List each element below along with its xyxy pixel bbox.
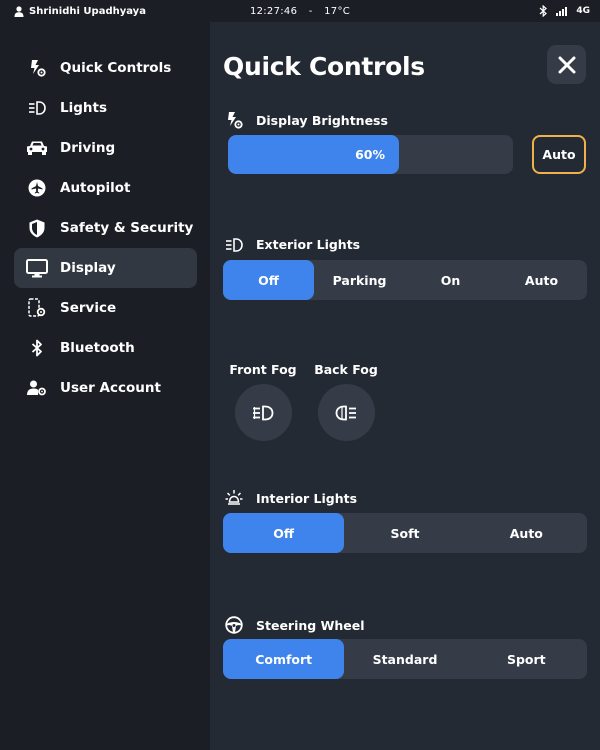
interior-light-icon [224,489,244,507]
sidebar-item-label: Safety & Security [60,220,194,236]
interior-lights-header: Interior Lights [224,489,357,507]
monitor-icon [14,258,60,278]
status-separator: - [308,6,313,17]
status-temperature: 17°C [324,6,351,17]
steering-header: Steering Wheel [224,616,365,634]
bolt-gear-icon [224,111,244,129]
quick-controls-panel: Quick Controls Display Brightness 60% Au… [210,22,600,750]
exterior-lights-option-off[interactable]: Off [223,260,314,300]
status-indicators: 4G [539,5,590,17]
headlight-icon [14,101,60,115]
interior-lights-label: Interior Lights [256,490,358,506]
sidebar-item-label: Autopilot [60,180,131,196]
back-fog-icon [335,405,356,420]
brightness-fill: 60% [228,135,399,174]
front-fog-control: Front Fog [228,362,298,441]
exterior-lights-option-parking[interactable]: Parking [314,260,405,300]
front-fog-button[interactable] [234,384,292,441]
steering-label: Steering Wheel [256,617,365,633]
brightness-slider[interactable]: 60% [228,135,513,174]
front-fog-icon [253,405,274,420]
sidebar-item-user-account[interactable]: User Account [14,368,197,408]
exterior-lights-option-on[interactable]: On [405,260,496,300]
exterior-lights-option-auto[interactable]: Auto [496,260,587,300]
sidebar-item-driving[interactable]: Driving [14,128,197,168]
sidebar-item-safety-security[interactable]: Safety & Security [14,208,197,248]
back-fog-control: Back Fog [311,362,381,441]
exterior-lights-selector: Off Parking On Auto [223,260,587,300]
brightness-label: Display Brightness [256,112,388,128]
sidebar-item-display[interactable]: Display [14,248,197,288]
interior-lights-option-soft[interactable]: Soft [344,513,465,553]
back-fog-label: Back Fog [314,362,378,377]
phone-gear-icon [14,298,60,318]
steering-selector: Comfort Standard Sport [223,639,587,679]
sidebar-item-autopilot[interactable]: Autopilot [14,168,197,208]
interior-lights-option-auto[interactable]: Auto [466,513,587,553]
interior-lights-option-off[interactable]: Off [223,513,345,553]
sidebar-item-quick-controls[interactable]: Quick Controls [14,48,197,88]
shield-icon [14,219,60,238]
sidebar-item-service[interactable]: Service [14,288,197,328]
sidebar-item-label: Quick Controls [60,60,172,76]
exterior-lights-label: Exterior Lights [256,237,361,252]
close-button[interactable] [547,45,586,84]
headlight-icon [224,237,244,252]
sidebar: Quick Controls Lights Driving Autopilot … [0,25,210,750]
interior-lights-selector: Off Soft Auto [223,513,587,553]
steering-option-comfort[interactable]: Comfort [223,639,345,679]
user-gear-icon [14,380,60,396]
brightness-header: Display Brightness [224,111,388,129]
steering-wheel-icon [224,616,244,634]
sidebar-item-label: Bluetooth [60,340,135,356]
status-clock: 12:27:46 - 17°C [0,6,600,17]
brightness-auto-button[interactable]: Auto [532,135,586,174]
front-fog-label: Front Fog [229,362,297,377]
brightness-value: 60% [355,147,385,162]
sidebar-item-label: Display [60,260,116,276]
plane-icon [14,179,60,197]
bolt-gear-icon [14,59,60,77]
steering-option-sport[interactable]: Sport [466,639,587,679]
bluetooth-status-icon [539,5,548,17]
sidebar-item-lights[interactable]: Lights [14,88,197,128]
exterior-lights-header: Exterior Lights [224,237,360,252]
car-icon [14,140,60,156]
network-type: 4G [576,6,590,16]
sidebar-item-bluetooth[interactable]: Bluetooth [14,328,197,368]
sidebar-item-label: User Account [60,380,161,396]
page-title: Quick Controls [223,52,425,81]
steering-option-standard[interactable]: Standard [344,639,465,679]
close-icon [558,56,575,73]
sidebar-item-label: Driving [60,140,116,156]
status-time: 12:27:46 [249,6,298,17]
sidebar-item-label: Service [60,300,117,316]
back-fog-button[interactable] [317,384,375,441]
bluetooth-icon [14,339,60,357]
signal-icon [556,6,568,16]
sidebar-item-label: Lights [60,100,107,116]
